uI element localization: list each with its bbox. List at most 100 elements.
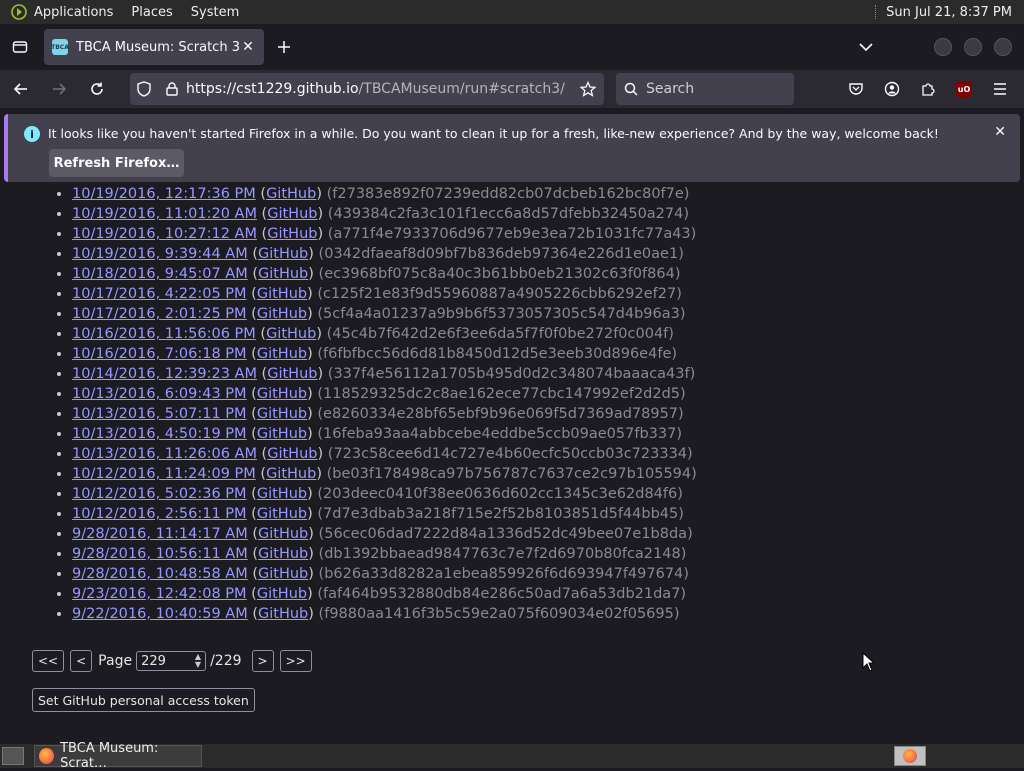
github-link[interactable]: GitHub xyxy=(266,186,316,202)
menu-applications[interactable]: Applications xyxy=(34,5,113,20)
new-tab-button[interactable] xyxy=(268,31,300,63)
url-text[interactable]: https://cst1229.github.io/TBCAMuseum/run… xyxy=(186,81,572,97)
github-link[interactable]: GitHub xyxy=(267,366,317,382)
distro-logo-icon[interactable] xyxy=(10,3,28,21)
tab-close-icon[interactable]: ✕ xyxy=(240,39,256,55)
tab-active[interactable]: TBCA TBCA Museum: Scratch 3.0 ✕ xyxy=(44,29,264,65)
tracking-protection-shield-icon[interactable] xyxy=(130,81,158,97)
github-link[interactable]: GitHub xyxy=(257,426,307,442)
commit-list: 10/19/2016, 1:29:29 PM (GitHub) (fa704fe… xyxy=(54,182,700,624)
show-desktop-icon[interactable] xyxy=(2,747,24,765)
github-link[interactable]: GitHub xyxy=(258,246,308,262)
commit-sha: (a771f4e7933706d9677eb9e3ea72b1031fc77a4… xyxy=(327,226,697,242)
github-link[interactable]: GitHub xyxy=(257,406,307,422)
commit-date-link[interactable]: 10/16/2016, 7:06:18 PM xyxy=(72,346,247,362)
github-link[interactable]: GitHub xyxy=(257,346,307,362)
window-close-button[interactable] xyxy=(994,38,1012,56)
next-page-button[interactable]: > xyxy=(251,650,274,672)
url-bar[interactable]: https://cst1229.github.io/TBCAMuseum/run… xyxy=(130,73,604,105)
commit-date-link[interactable]: 9/28/2016, 11:14:17 AM xyxy=(72,526,248,542)
commit-date-link[interactable]: 10/12/2016, 5:02:36 PM xyxy=(72,486,247,502)
commit-date-link[interactable]: 10/12/2016, 11:24:09 PM xyxy=(72,466,256,482)
commit-sha: (7d7e3dbab3a218f715e2f52b8103851d5f44bb4… xyxy=(317,506,684,522)
commit-date-link[interactable]: 10/12/2016, 2:56:11 PM xyxy=(72,506,247,522)
commit-date-link[interactable]: 10/18/2016, 9:45:07 AM xyxy=(72,266,248,282)
ublock-origin-button[interactable]: uO xyxy=(946,73,982,105)
github-link[interactable]: GitHub xyxy=(267,226,317,242)
window-minimize-button[interactable] xyxy=(934,38,952,56)
commit-sha: (faf464b9532880db84e286c50ad7a6a53db21da… xyxy=(317,586,687,602)
commit-date-link[interactable]: 10/19/2016, 9:39:44 AM xyxy=(72,246,248,262)
refresh-firefox-button[interactable]: Refresh Firefox… xyxy=(49,149,184,177)
window-maximize-button[interactable] xyxy=(964,38,982,56)
back-button[interactable] xyxy=(4,72,38,106)
firefox-view-button[interactable] xyxy=(4,31,36,63)
github-link[interactable]: GitHub xyxy=(257,306,307,322)
commit-date-link[interactable]: 10/17/2016, 2:01:25 PM xyxy=(72,306,247,322)
page-number-value: 229 xyxy=(141,653,166,669)
commit-date-link[interactable]: 10/13/2016, 11:26:06 AM xyxy=(72,446,257,462)
commit-list-item: 9/22/2016, 10:40:59 AM (GitHub) (f9880aa… xyxy=(72,604,700,624)
paren-open: ( xyxy=(256,446,268,462)
commit-date-link[interactable]: 9/23/2016, 12:42:08 PM xyxy=(72,586,247,602)
extensions-button[interactable] xyxy=(910,73,946,105)
paren-open: ( xyxy=(255,326,267,342)
lock-icon[interactable] xyxy=(158,82,186,96)
last-page-button[interactable]: >> xyxy=(279,650,312,672)
set-github-token-button[interactable]: Set GitHub personal access token xyxy=(32,688,255,712)
commit-date-link[interactable]: 10/14/2016, 12:39:23 AM xyxy=(72,366,257,382)
url-host: https://cst1229.github.io xyxy=(186,81,359,97)
app-menu-button[interactable] xyxy=(982,73,1018,105)
notification-message: It looks like you haven't started Firefo… xyxy=(48,126,939,141)
commit-date-link[interactable]: 9/28/2016, 10:48:58 AM xyxy=(72,566,248,582)
github-link[interactable]: GitHub xyxy=(267,446,317,462)
page-number-input[interactable]: 229 ▲ ▼ xyxy=(136,651,207,671)
page-spinner-icon[interactable]: ▲ ▼ xyxy=(195,653,201,669)
notification-close-icon[interactable]: ✕ xyxy=(994,124,1006,140)
commit-date-link[interactable]: 10/17/2016, 4:22:05 PM xyxy=(72,286,247,302)
github-link[interactable]: GitHub xyxy=(266,326,316,342)
account-button[interactable] xyxy=(874,73,910,105)
github-link[interactable]: GitHub xyxy=(258,266,308,282)
reload-icon xyxy=(91,82,103,95)
commit-date-link[interactable]: 10/13/2016, 4:50:19 PM xyxy=(72,426,247,442)
paren-open: ( xyxy=(247,266,259,282)
workspace-switcher[interactable] xyxy=(894,746,926,766)
forward-button[interactable] xyxy=(42,72,76,106)
search-bar[interactable]: Search xyxy=(616,73,794,105)
commit-date-link[interactable]: 10/13/2016, 5:07:11 PM xyxy=(72,406,247,422)
search-icon xyxy=(616,82,646,96)
github-link[interactable]: GitHub xyxy=(257,486,307,502)
github-link[interactable]: GitHub xyxy=(258,606,308,622)
commit-date-link[interactable]: 10/13/2016, 6:09:43 PM xyxy=(72,386,247,402)
taskbar-firefox-window[interactable]: TBCA Museum: Scrat… xyxy=(34,741,202,771)
commit-list-item: 10/12/2016, 11:24:09 PM (GitHub) (be03f1… xyxy=(72,464,700,484)
first-page-button[interactable]: << xyxy=(32,650,65,672)
paren-close: ) xyxy=(317,226,328,242)
menu-places[interactable]: Places xyxy=(131,5,172,20)
prev-page-button[interactable]: < xyxy=(70,650,93,672)
pocket-button[interactable] xyxy=(838,73,874,105)
commit-date-link[interactable]: 10/16/2016, 11:56:06 PM xyxy=(72,326,256,342)
menu-system[interactable]: System xyxy=(191,5,239,20)
github-link[interactable]: GitHub xyxy=(267,206,317,222)
clock[interactable]: Sun Jul 21, 8:37 PM xyxy=(886,5,1012,20)
commit-date-link[interactable]: 10/19/2016, 11:01:20 AM xyxy=(72,206,257,222)
github-link[interactable]: GitHub xyxy=(266,466,316,482)
commit-date-link[interactable]: 10/19/2016, 10:27:12 AM xyxy=(72,226,257,242)
list-all-tabs-button[interactable] xyxy=(850,31,882,63)
github-link[interactable]: GitHub xyxy=(258,546,308,562)
commit-date-link[interactable]: 9/22/2016, 10:40:59 AM xyxy=(72,606,248,622)
github-link[interactable]: GitHub xyxy=(257,386,307,402)
github-link[interactable]: GitHub xyxy=(257,506,307,522)
github-link[interactable]: GitHub xyxy=(258,526,308,542)
commit-date-link[interactable]: 10/19/2016, 12:17:36 PM xyxy=(72,186,256,202)
commit-date-link[interactable]: 9/28/2016, 10:56:11 AM xyxy=(72,546,248,562)
commit-sha: (f6fbfbcc56d6d81b8450d12d5e3eeb30d896e4f… xyxy=(317,346,678,362)
commit-sha: (e8260334e28bf65ebf9b96e069f5d7369ad7895… xyxy=(317,406,684,422)
reload-button[interactable] xyxy=(80,72,114,106)
github-link[interactable]: GitHub xyxy=(257,286,307,302)
bookmark-star-icon[interactable] xyxy=(572,81,604,97)
github-link[interactable]: GitHub xyxy=(258,566,308,582)
github-link[interactable]: GitHub xyxy=(257,586,307,602)
